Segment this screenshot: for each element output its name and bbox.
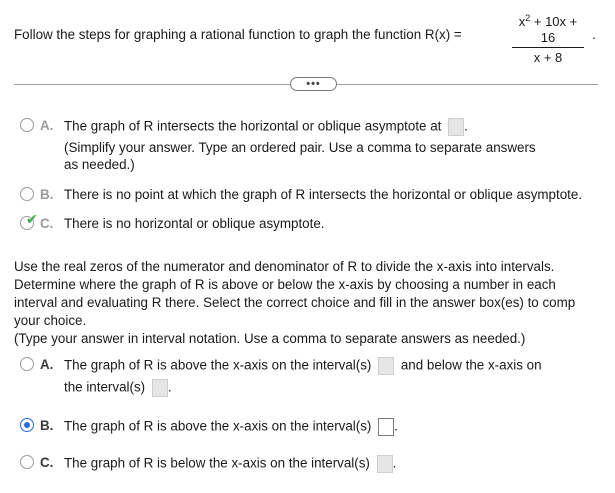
part2-option-a-text-cont: the interval(s) . [64,379,172,397]
fraction-bar [512,47,584,48]
part2-option-a-radio[interactable] [20,357,34,371]
part1-option-a-text: The graph of R intersects the horizontal… [64,118,468,136]
fraction-numerator: x2 + 10x + 16 [518,13,578,45]
part2-option-c-radio[interactable] [20,455,34,469]
part2-option-a-below-box[interactable] [151,379,168,397]
question-period: . [592,27,596,42]
part1-option-a-radio[interactable] [20,118,34,132]
part1-option-c-letter: C. [40,216,54,231]
correct-check-icon: ✔ [26,211,38,227]
part1-option-b-text: There is no point at which the graph of … [64,187,583,202]
part1-option-a-letter: A. [40,118,54,133]
part1-option-b-radio[interactable] [20,187,34,201]
part1-option-a-answer-box[interactable] [448,118,465,136]
part1-option-a-hint: (Simplify your answer. Type an ordered p… [64,140,536,172]
part2-option-a-letter: A. [40,357,54,372]
question-prefix: Follow the steps for graphing a rational… [14,27,462,42]
part2-option-c-letter: C. [40,455,54,470]
fraction-denominator: x + 8 [533,50,563,65]
part2-option-c-answer-box[interactable] [376,455,393,473]
part2-option-a-above-box[interactable] [378,357,395,375]
part1-option-b-letter: B. [40,187,54,202]
part2-option-c-text: The graph of R is below the x-axis on th… [64,455,396,473]
part1-option-c-text: There is no horizontal or oblique asympt… [64,216,325,231]
function-fraction: x2 + 10x + 16 x + 8 [512,10,584,65]
part2-option-b-text: The graph of R is above the x-axis on th… [64,418,398,436]
expand-button[interactable]: ••• [290,77,337,91]
question-text: Follow the steps for graphing a rational… [14,27,462,42]
part2-instructions: Use the real zeros of the numerator and … [14,259,576,346]
part2-option-a-text: The graph of R is above the x-axis on th… [64,357,542,375]
part2-option-b-radio[interactable] [20,418,34,432]
part2-option-b-letter: B. [40,418,54,433]
part2-option-b-answer-box[interactable] [378,418,395,436]
